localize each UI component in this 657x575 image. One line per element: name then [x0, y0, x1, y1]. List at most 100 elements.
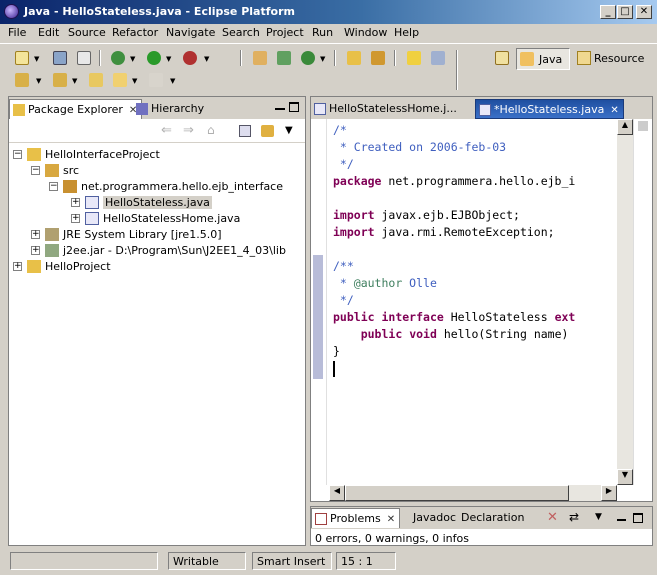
collapse-all-icon[interactable] — [239, 125, 251, 137]
debug-button[interactable] — [108, 48, 128, 68]
save-icon — [53, 51, 67, 65]
forward-arrow-icon[interactable]: ⇒ — [183, 123, 194, 138]
delete-icon[interactable]: ✕ — [547, 510, 558, 525]
search-button[interactable] — [368, 48, 388, 68]
forward-button[interactable] — [146, 70, 166, 90]
scroll-down-icon[interactable]: ▼ — [617, 469, 633, 485]
tab-javadoc[interactable]: Javadoc — [395, 508, 460, 528]
mark-occurrences-button[interactable] — [404, 48, 424, 68]
print-button[interactable] — [74, 48, 94, 68]
minimize-view-icon[interactable] — [617, 519, 626, 521]
tab-package-explorer[interactable]: Package Explorer ✕ — [9, 99, 143, 119]
chevron-down-icon[interactable]: ▼ — [132, 77, 137, 85]
chevron-down-icon[interactable]: ▼ — [34, 55, 39, 63]
new-wizard-button[interactable] — [298, 48, 318, 68]
horizontal-scrollbar[interactable]: ◀ ▶ — [329, 485, 617, 501]
scroll-up-icon[interactable]: ▲ — [617, 119, 633, 135]
chevron-down-icon[interactable]: ▼ — [320, 55, 325, 63]
code-line: */ — [333, 157, 354, 171]
expand-icon[interactable]: + — [13, 262, 22, 271]
tab-problems[interactable]: Problems ✕ — [311, 508, 401, 528]
last-edit-icon — [89, 73, 103, 87]
toolbar-separator — [394, 50, 396, 66]
maximize-view-icon[interactable] — [633, 513, 643, 523]
tree-item-label: HelloStatelessHome.java — [103, 212, 241, 225]
tab-hellostatelesshome[interactable]: HelloStatelessHome.j... — [311, 99, 461, 119]
toggle-breadcrumb-button[interactable] — [428, 48, 448, 68]
minimize-button[interactable]: _ — [600, 5, 616, 19]
previous-annotation-button[interactable] — [50, 70, 70, 90]
tree-item-label: HelloProject — [45, 260, 111, 273]
expand-icon[interactable]: + — [31, 246, 40, 255]
menu-navigate[interactable]: Navigate — [166, 26, 215, 39]
expand-icon[interactable]: + — [71, 198, 80, 207]
back-arrow-icon[interactable]: ⇐ — [161, 123, 172, 138]
chevron-down-icon[interactable]: ▼ — [36, 77, 41, 85]
minimize-view-icon[interactable] — [275, 108, 285, 110]
scroll-right-icon[interactable]: ▶ — [601, 485, 617, 501]
chevron-down-icon[interactable]: ▼ — [130, 55, 135, 63]
resource-perspective-button[interactable]: Resource — [574, 48, 646, 70]
expand-icon[interactable]: + — [31, 230, 40, 239]
back-button[interactable] — [110, 70, 130, 90]
menu-source[interactable]: Source — [68, 26, 106, 39]
save-button[interactable] — [50, 48, 70, 68]
collapse-icon[interactable]: − — [13, 150, 22, 159]
collapse-icon[interactable]: − — [31, 166, 40, 175]
external-tools-icon — [183, 51, 197, 65]
link-editor-icon[interactable] — [261, 125, 274, 137]
close-button[interactable]: ✕ — [636, 5, 652, 19]
menu-run[interactable]: Run — [312, 26, 333, 39]
chevron-down-icon[interactable]: ▼ — [170, 77, 175, 85]
vertical-scrollbar[interactable]: ▲ ▼ — [617, 119, 633, 485]
expand-icon[interactable]: + — [71, 214, 80, 223]
menu-help[interactable]: Help — [394, 26, 419, 39]
package-explorer-view: Package Explorer ✕ Hierarchy ⇐ ⇒ ⌂ ▼ − Hel… — [8, 96, 306, 546]
close-icon[interactable]: ✕ — [610, 105, 618, 116]
menu-project[interactable]: Project — [266, 26, 304, 39]
filter-icon[interactable]: ⇄ — [569, 510, 579, 524]
view-menu-chevron-icon[interactable]: ▼ — [285, 125, 293, 136]
up-folder-icon[interactable]: ⌂ — [207, 123, 215, 137]
new-class-button[interactable] — [274, 48, 294, 68]
new-package-button[interactable] — [250, 48, 270, 68]
tree-item-label: net.programmera.hello.ejb_interface — [81, 180, 283, 193]
chevron-down-icon[interactable]: ▼ — [204, 55, 209, 63]
code-editor[interactable]: /* * Created on 2006-feb-03 */ package ne… — [329, 119, 617, 485]
class-icon — [277, 51, 291, 65]
close-icon[interactable]: ✕ — [387, 514, 395, 525]
chevron-down-icon[interactable]: ▼ — [166, 55, 171, 63]
tab-declaration[interactable]: Declaration — [457, 508, 528, 528]
tab-declaration-label: Declaration — [461, 511, 525, 524]
menu-window[interactable]: Window — [344, 26, 387, 39]
maximize-view-icon[interactable] — [289, 102, 299, 112]
view-menu-chevron-icon[interactable]: ▼ — [595, 512, 602, 522]
java-perspective-button[interactable]: Java — [516, 48, 570, 70]
package-icon — [63, 180, 77, 193]
title-bar: Java - HelloStateless.java - Eclipse Pla… — [0, 0, 657, 24]
status-message — [10, 552, 158, 570]
menu-file[interactable]: File — [8, 26, 26, 39]
menu-edit[interactable]: Edit — [38, 26, 59, 39]
last-edit-button[interactable] — [86, 70, 106, 90]
tree-item-label: HelloInterfaceProject — [45, 148, 160, 161]
new-button[interactable] — [12, 48, 32, 68]
java-file-icon — [85, 212, 99, 225]
overview-indicator — [638, 121, 648, 131]
horizontal-scroll-thumb[interactable] — [345, 485, 569, 501]
menu-search[interactable]: Search — [222, 26, 260, 39]
next-annotation-button[interactable] — [12, 70, 32, 90]
package-explorer-tabbar: Package Explorer ✕ Hierarchy — [9, 97, 305, 119]
menu-refactor[interactable]: Refactor — [112, 26, 158, 39]
chevron-down-icon[interactable]: ▼ — [72, 77, 77, 85]
open-perspective-button[interactable] — [492, 48, 512, 68]
collapse-icon[interactable]: − — [49, 182, 58, 191]
tab-hellostateless[interactable]: *HelloStateless.java ✕ — [475, 99, 624, 119]
scroll-left-icon[interactable]: ◀ — [329, 485, 345, 501]
maximize-button[interactable]: □ — [617, 5, 633, 19]
run-button[interactable] — [144, 48, 164, 68]
tab-hierarchy[interactable]: Hierarchy — [133, 99, 208, 119]
external-tools-button[interactable] — [180, 48, 200, 68]
open-type-button[interactable] — [344, 48, 364, 68]
tab-hierarchy-label: Hierarchy — [151, 102, 205, 115]
